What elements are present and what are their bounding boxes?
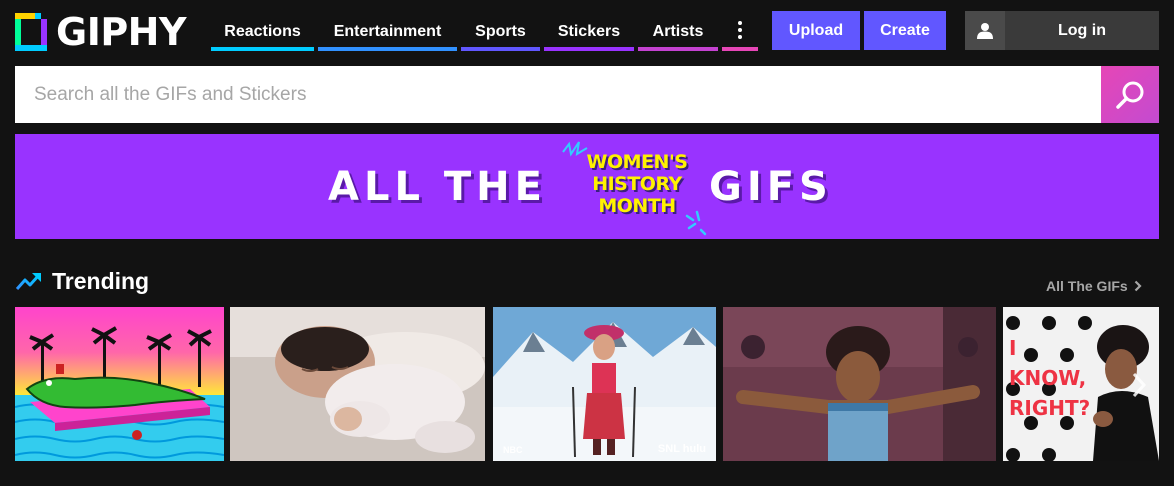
search-button[interactable] (1101, 66, 1159, 123)
nav-more-underline (722, 47, 758, 51)
upload-button[interactable]: Upload (772, 11, 860, 50)
nav-entertainment-underline (318, 47, 457, 51)
giphy-logo[interactable]: GIPHY (15, 10, 187, 54)
badge-line-2: HISTORY (592, 173, 682, 195)
nav-reactions[interactable]: Reactions (211, 12, 314, 51)
trending-header: Trending (15, 266, 149, 296)
nav-stickers-label: Stickers (557, 22, 621, 40)
upload-button-label: Upload (788, 21, 844, 39)
badge-line-3: MONTH (598, 195, 676, 217)
giphy-logo-icon (15, 13, 47, 51)
badge-line-1: WOMEN'S (586, 151, 688, 173)
nav-stickers-underline (544, 47, 634, 51)
main-nav: Reactions Entertainment Sports Stickers … (211, 12, 762, 51)
login-button[interactable]: Log in (965, 11, 1159, 50)
search-input[interactable] (15, 66, 1101, 123)
nav-artists-underline (638, 47, 718, 51)
nav-reactions-label: Reactions (224, 22, 301, 40)
trending-gif-sleeping-baby[interactable] (230, 307, 485, 461)
sparkle-icon (685, 210, 707, 236)
carousel-next-button[interactable] (1125, 367, 1153, 403)
womens-history-month-badge: WOMEN'S HISTORY MONTH (581, 151, 693, 217)
banner-right-text: GIFS (709, 164, 833, 210)
login-label: Log in (1058, 21, 1106, 39)
gif-thumbnail (230, 307, 485, 461)
all-gifs-link[interactable]: All The GIFs (1046, 276, 1142, 296)
banner-left-text: ALL THE (328, 164, 547, 210)
gif-thumbnail (15, 307, 224, 461)
trending-title: Trending (52, 267, 150, 294)
create-button[interactable]: Create (864, 11, 946, 50)
nav-reactions-underline (211, 47, 314, 51)
nav-artists-label: Artists (652, 22, 704, 40)
womens-history-month-banner[interactable]: ALL THE WOMEN'S HISTORY MONTH GIFS (15, 134, 1159, 239)
snl-hulu-watermark: SNL hulu (657, 443, 706, 455)
chevron-right-icon (1132, 372, 1147, 398)
gif-caption: I KNOW, RIGHT? (1009, 336, 1091, 420)
trending-gif-snl-ski[interactable]: NBC SNL hulu (493, 307, 716, 461)
all-gifs-label: All The GIFs (1046, 278, 1128, 294)
search-icon (1116, 81, 1144, 109)
nav-stickers[interactable]: Stickers (544, 12, 634, 51)
user-icon (965, 11, 1005, 50)
chevron-right-icon (1134, 280, 1142, 292)
nav-sports-underline (461, 47, 540, 51)
trending-gif-cartoon-woman[interactable] (723, 307, 996, 461)
nav-entertainment[interactable]: Entertainment (318, 12, 457, 51)
trending-gif-crocodile[interactable] (15, 307, 224, 461)
trending-icon (15, 273, 41, 290)
nav-artists[interactable]: Artists (638, 12, 718, 51)
nav-entertainment-label: Entertainment (333, 22, 442, 40)
search-bar (15, 66, 1159, 123)
nav-more-button[interactable] (722, 12, 758, 51)
create-button-label: Create (880, 21, 930, 39)
nav-sports[interactable]: Sports (461, 12, 540, 51)
nav-sports-label: Sports (475, 22, 526, 40)
gif-thumbnail (723, 307, 996, 461)
nbc-watermark: NBC (503, 445, 523, 455)
more-vertical-icon (738, 20, 742, 39)
giphy-wordmark: GIPHY (56, 10, 187, 54)
gif-thumbnail (493, 307, 716, 461)
